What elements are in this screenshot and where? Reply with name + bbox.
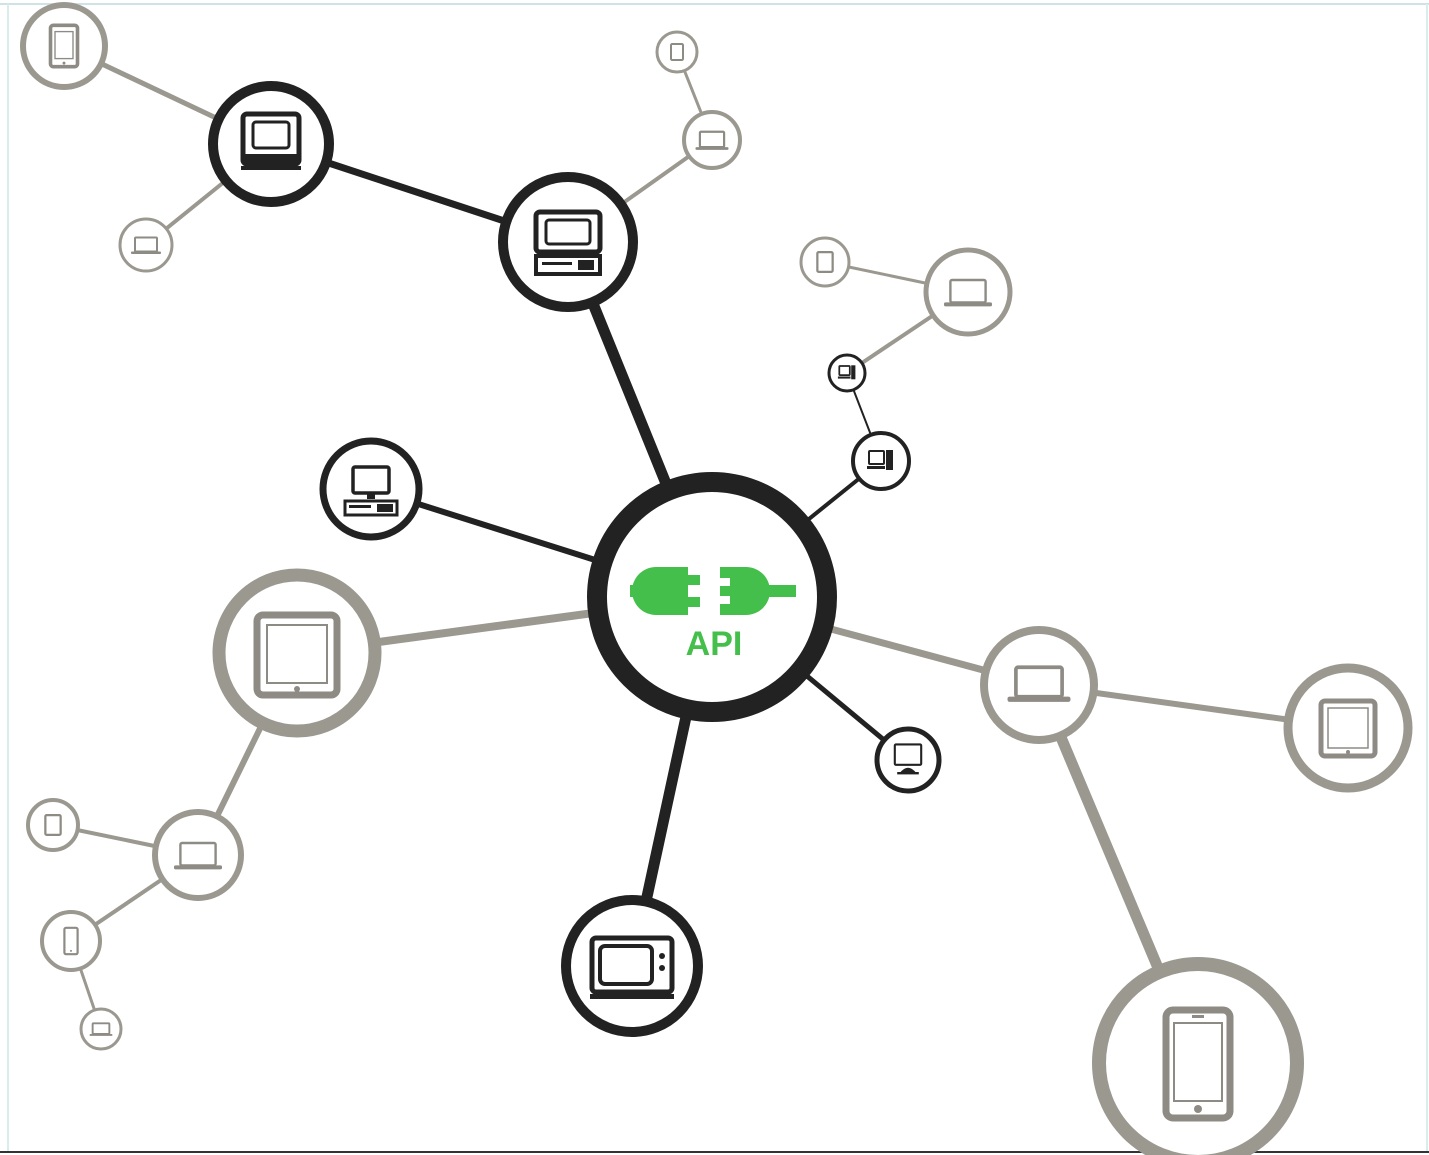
node-retro-computer-top-left[interactable] [208, 81, 334, 207]
node-tablet-lower-left[interactable] [26, 798, 80, 852]
node-tablet-top-small[interactable] [655, 30, 699, 74]
node-desktop-computer-left[interactable] [319, 437, 423, 541]
node-ring [682, 110, 742, 170]
node-retro-computer-top[interactable] [498, 172, 638, 312]
node-ring [319, 437, 423, 541]
node-ring [20, 2, 108, 90]
node-ring [26, 798, 80, 852]
node-phone-lower-left[interactable] [40, 910, 102, 972]
node-ring [827, 353, 867, 393]
node-tablet-far-right[interactable] [1283, 663, 1413, 793]
node-ring [212, 568, 382, 738]
node-ring [874, 726, 942, 794]
node-desktop-computer-small-upper[interactable] [827, 353, 867, 393]
hub-label: API [686, 625, 743, 663]
retro-computer-icon [533, 209, 603, 276]
node-ring [799, 236, 851, 288]
node-laptop-left[interactable] [118, 217, 174, 273]
node-ring [118, 217, 174, 273]
node-ring [208, 81, 334, 207]
api-network-diagram: API [0, 2, 1429, 1155]
node-phone-large-bottom-right[interactable] [1092, 957, 1304, 1155]
node-ring [40, 910, 102, 972]
node-ring [655, 30, 699, 74]
api-hub[interactable]: API [587, 472, 837, 722]
node-tablet-large-left[interactable] [212, 568, 382, 738]
node-monitor-right[interactable] [874, 726, 942, 794]
node-desktop-computer-small[interactable] [851, 431, 911, 491]
node-ring [79, 1007, 123, 1051]
node-laptop-bottom-left[interactable] [79, 1007, 123, 1051]
node-tablet-right-top[interactable] [799, 236, 851, 288]
node-ring [498, 172, 638, 312]
node-tablet-top-left[interactable] [20, 2, 108, 90]
node-ring [980, 626, 1098, 744]
node-television-bottom[interactable] [561, 895, 703, 1037]
node-ring [851, 431, 911, 491]
node-ring [1092, 957, 1304, 1155]
node-ring [923, 247, 1013, 337]
node-laptop-right-top[interactable] [923, 247, 1013, 337]
node-ring [561, 895, 703, 1037]
node-ring [152, 809, 244, 901]
node-laptop-top[interactable] [682, 110, 742, 170]
node-laptop-right[interactable] [980, 626, 1098, 744]
node-ring [1283, 663, 1413, 793]
node-laptop-lower-left[interactable] [152, 809, 244, 901]
